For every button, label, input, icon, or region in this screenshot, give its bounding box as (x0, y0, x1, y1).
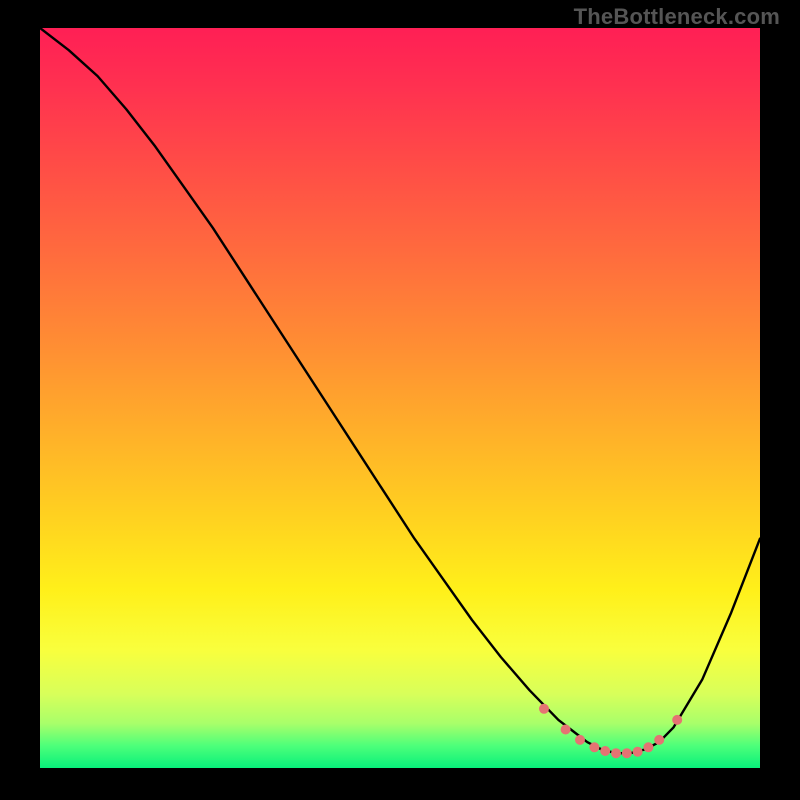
marker-dot (600, 746, 610, 756)
curve-layer (40, 28, 760, 768)
plot-area (40, 28, 760, 768)
marker-dots (539, 704, 682, 758)
chart-frame: TheBottleneck.com (0, 0, 800, 800)
watermark-text: TheBottleneck.com (574, 4, 780, 30)
marker-dot (575, 735, 585, 745)
marker-dot (672, 715, 682, 725)
marker-dot (633, 747, 643, 757)
marker-dot (539, 704, 549, 714)
marker-dot (622, 748, 632, 758)
marker-dot (561, 725, 571, 735)
marker-dot (589, 742, 599, 752)
bottleneck-curve (40, 28, 760, 753)
marker-dot (643, 742, 653, 752)
marker-dot (611, 748, 621, 758)
marker-dot (654, 735, 664, 745)
